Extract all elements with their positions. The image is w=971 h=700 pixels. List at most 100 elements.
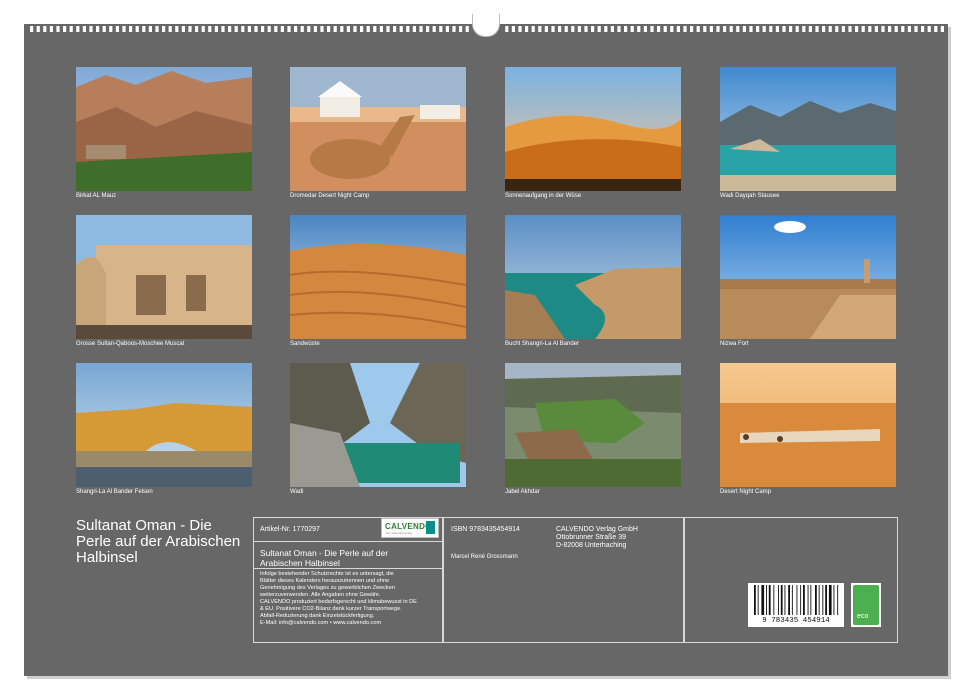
photo-dromedar-desert-night-camp (290, 67, 466, 191)
spiral-loop (122, 26, 126, 32)
logo-badge-icon (426, 521, 435, 534)
spiral-loop (333, 26, 337, 32)
spiral-loop (43, 26, 47, 32)
spiral-loop (518, 26, 522, 32)
spiral-loop (432, 26, 436, 32)
spiral-loop (756, 26, 760, 32)
spiral-loop (109, 26, 113, 32)
spiral-loop (868, 26, 872, 32)
spiral-loop (617, 26, 621, 32)
photo-shangri-la-felsen (76, 363, 252, 487)
photo-birkat-al-mauz (76, 67, 252, 191)
publisher-street: Ottobrunner Straße 39 (556, 534, 627, 541)
calendar-title: Sultanat Oman - Die Perle auf der Arabis… (76, 517, 241, 566)
spiral-loop (921, 26, 925, 32)
spiral-loop (168, 26, 172, 32)
publisher-city: D-82008 Unterhaching (556, 542, 627, 549)
spiral-loop (775, 26, 779, 32)
spiral-loop (162, 26, 166, 32)
spiral-loop (848, 26, 852, 32)
spiral-loop (584, 26, 588, 32)
spiral-loop (835, 26, 839, 32)
spiral-loop (267, 26, 271, 32)
product-title: Sultanat Oman - Die Perle auf der Arabis… (260, 548, 389, 568)
spiral-loop (795, 26, 799, 32)
spiral-loop (782, 26, 786, 32)
divider (253, 568, 442, 569)
spiral-loop (927, 26, 931, 32)
spiral-loop (386, 26, 390, 32)
photo-caption: Wadi (290, 489, 304, 495)
spiral-loop (716, 26, 720, 32)
spiral-loop (366, 26, 370, 32)
logo-text: CALVENDO (385, 522, 432, 531)
spiral-loop (96, 26, 100, 32)
photo-jabel-akhdar (505, 363, 681, 487)
spiral-loop (452, 26, 456, 32)
spiral-loop (379, 26, 383, 32)
photo-caption: Shangri-La Al Bander Felsen (76, 489, 153, 495)
spiral-loop (874, 26, 878, 32)
spiral-loop (749, 26, 753, 32)
spiral-loop (188, 26, 192, 32)
spiral-loop (709, 26, 713, 32)
eco-label: eco (857, 613, 869, 620)
spiral-loop (683, 26, 687, 32)
spiral-loop (703, 26, 707, 32)
spiral-loop (36, 26, 40, 32)
photo-caption: Sandwüste (290, 341, 320, 347)
spiral-loop (254, 26, 258, 32)
spiral-loop (676, 26, 680, 32)
spiral-loop (525, 26, 529, 32)
spiral-loop (643, 26, 647, 32)
spiral-loop (544, 26, 548, 32)
spiral-loop (340, 26, 344, 32)
spiral-loop (214, 26, 218, 32)
spiral-loop (135, 26, 139, 32)
calvendo-logo: CALVENDO Der Kalenderverlag (381, 518, 439, 538)
spiral-loop (762, 26, 766, 32)
spiral-loop (393, 26, 397, 32)
spiral-loop (181, 26, 185, 32)
spiral-loop (888, 26, 892, 32)
isbn: ISBN 9783435454914 (451, 526, 520, 533)
spiral-loop (802, 26, 806, 32)
spiral-loop (571, 26, 575, 32)
spiral-loop (63, 26, 67, 32)
spiral-loop (663, 26, 667, 32)
spiral-loop (459, 26, 463, 32)
spiral-loop (934, 26, 938, 32)
divider (253, 541, 442, 542)
spiral-loop (228, 26, 232, 32)
photo-sultan-qaboos-moschee (76, 215, 252, 339)
spiral-loop (195, 26, 199, 32)
photo-caption: Grosse Sultan-Qaboos-Moschee Muscat (76, 341, 185, 347)
spiral-loop (577, 26, 581, 32)
photo-sonnenaufgang (505, 67, 681, 191)
spiral-loop (690, 26, 694, 32)
photo-caption: Bucht Shangri-La Al Bander (505, 341, 580, 347)
spiral-loop (597, 26, 601, 32)
barcode-number: 9 783435 454914 (762, 617, 830, 625)
spiral-loop (155, 26, 159, 32)
spiral-loop (294, 26, 298, 32)
spiral-loop (808, 26, 812, 32)
spiral-loop (511, 26, 515, 32)
publisher-name: CALVENDO Verlag GmbH (556, 526, 638, 533)
spiral-loop (412, 26, 416, 32)
spiral-loop (406, 26, 410, 32)
spiral-loop (861, 26, 865, 32)
spiral-loop (551, 26, 555, 32)
spiral-loop (624, 26, 628, 32)
spiral-loop (175, 26, 179, 32)
spiral-loop (426, 26, 430, 32)
isbn-barcode: 9 783435 454914 (748, 583, 844, 627)
hanger-hole (472, 14, 500, 37)
spiral-loop (505, 26, 509, 32)
spiral-loop (313, 26, 317, 32)
photo-caption: Birkat AL Mauz (76, 193, 117, 199)
spiral-loop (538, 26, 542, 32)
photo-bucht-shangri-la (505, 215, 681, 339)
spiral-loop (360, 26, 364, 32)
spiral-loop (696, 26, 700, 32)
